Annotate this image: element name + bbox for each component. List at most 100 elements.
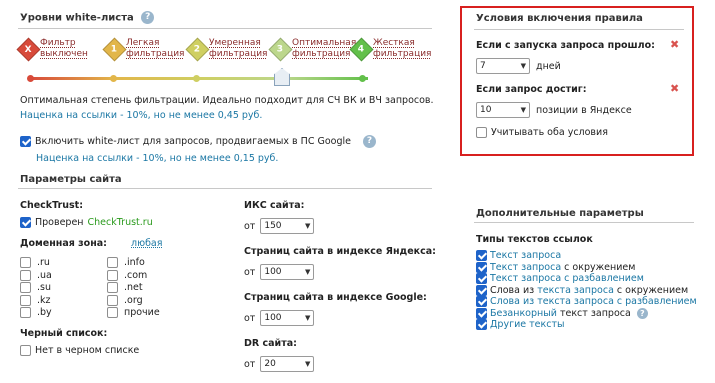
domain-zone-label[interactable]: .su bbox=[37, 282, 51, 293]
whitelist-title: Уровни white-листа ? bbox=[20, 11, 155, 24]
text-type-label[interactable]: Текст запроса с окружением bbox=[490, 262, 635, 273]
domain-zone-checkbox[interactable] bbox=[107, 269, 118, 281]
text-type-link[interactable]: Другие тексты bbox=[490, 319, 564, 330]
text-type-link[interactable]: Текст запроса bbox=[490, 250, 561, 261]
checktrust-checkbox[interactable] bbox=[20, 217, 31, 228]
domain-zone-label[interactable]: .by bbox=[37, 307, 52, 318]
verified-prefix: Проверен bbox=[35, 217, 84, 228]
filter-level-dot[interactable] bbox=[110, 75, 117, 82]
reached-select[interactable]: 10 ▼ bbox=[476, 102, 530, 118]
domain-zone-checkbox[interactable] bbox=[20, 294, 31, 306]
params-title: Параметры сайта bbox=[20, 174, 122, 185]
dr-select[interactable]: 20 ▼ bbox=[260, 356, 315, 372]
text-type-checkbox[interactable] bbox=[476, 284, 487, 296]
domain-zone-label[interactable]: .info bbox=[124, 257, 145, 268]
help-icon[interactable]: ? bbox=[362, 135, 376, 148]
domain-zone-label[interactable]: .org bbox=[124, 295, 143, 306]
checktrust-link[interactable]: CheckTrust.ru bbox=[88, 217, 153, 228]
text-type-label[interactable]: Слова из текста запроса с разбавлением bbox=[490, 296, 697, 307]
text-type-checkbox[interactable] bbox=[476, 273, 487, 284]
reached-value: 10 bbox=[480, 105, 492, 115]
level-label[interactable]: Оптимальная фильтрация bbox=[292, 38, 356, 60]
filter-level-dot[interactable] bbox=[27, 75, 34, 82]
level-label[interactable]: Умеренная фильтрация bbox=[209, 38, 267, 60]
filter-level-4[interactable]: 4 Жесткая фильтрация bbox=[349, 36, 431, 62]
text-type-link[interactable]: Текст запроса bbox=[490, 262, 561, 273]
domain-zone-label[interactable]: прочие bbox=[124, 307, 160, 318]
level-label[interactable]: Фильтр выключен bbox=[40, 38, 98, 60]
filter-level-2[interactable]: 2 Умеренная фильтрация bbox=[185, 36, 267, 62]
filter-level-1[interactable]: 1 Легкая фильтрация bbox=[102, 36, 184, 62]
text-type-checkbox[interactable] bbox=[476, 319, 487, 330]
text-type-label[interactable]: Текст запроса с разбавлением bbox=[490, 273, 644, 284]
reached-unit: позиции в Яндексе bbox=[536, 104, 632, 116]
both-conditions-label[interactable]: Учитывать оба условия bbox=[491, 127, 608, 138]
since-start-select[interactable]: 7 ▼ bbox=[476, 58, 530, 74]
reached-row: 10 ▼ позиции в Яндексе bbox=[476, 102, 632, 118]
google-pages-select[interactable]: 100 ▼ bbox=[260, 310, 315, 326]
domain-any-link[interactable]: любая bbox=[131, 238, 162, 249]
text-type-checkbox[interactable] bbox=[476, 250, 487, 261]
text-type-link[interactable]: текста запроса bbox=[537, 285, 614, 296]
include-ps-google-checkbox[interactable] bbox=[20, 136, 31, 147]
level-label[interactable]: Легкая фильтрация bbox=[126, 38, 184, 60]
text-type-option: Текст запроса с окружением bbox=[476, 261, 635, 273]
iks-value: 150 bbox=[264, 221, 282, 231]
remove-condition-icon[interactable]: ✖ bbox=[670, 82, 679, 95]
yandex-pages-select[interactable]: 100 ▼ bbox=[260, 264, 315, 280]
text-types-label: Типы текстов ссылок bbox=[476, 234, 593, 245]
text-type-checkbox[interactable] bbox=[476, 307, 487, 319]
domain-zone-label[interactable]: .com bbox=[124, 270, 147, 281]
text-type-link[interactable]: Текст запроса с разбавлением bbox=[490, 273, 644, 284]
filter-level-dot[interactable] bbox=[359, 75, 366, 82]
dr-value: 20 bbox=[264, 359, 276, 369]
google-pages-value: 100 bbox=[264, 313, 282, 323]
text-type-checkbox[interactable] bbox=[476, 261, 487, 273]
text-type-label[interactable]: Безанкорный текст запроса bbox=[490, 308, 631, 319]
include-ps-google-row: Включить white-лист для запросов, продви… bbox=[20, 135, 376, 148]
include-ps-google-label[interactable]: Включить white-лист для запросов, продви… bbox=[35, 136, 351, 147]
text-type-option: Текст запроса с разбавлением bbox=[476, 273, 644, 284]
domain-zone-label[interactable]: .net bbox=[124, 282, 143, 293]
text-type-label[interactable]: Текст запроса bbox=[490, 250, 561, 261]
domain-zone-checkbox[interactable] bbox=[20, 257, 31, 268]
chevron-down-icon: ▼ bbox=[520, 106, 526, 114]
domain-zone-label[interactable]: .kz bbox=[37, 295, 51, 306]
help-icon[interactable]: ? bbox=[636, 307, 648, 319]
filter-slider-handle[interactable] bbox=[274, 68, 290, 86]
domain-zone-item: .kz bbox=[20, 294, 51, 306]
domain-zone-checkbox[interactable] bbox=[107, 282, 118, 293]
domain-zone-label[interactable]: .ua bbox=[37, 270, 52, 281]
filter-level-3[interactable]: 3 Оптимальная фильтрация bbox=[268, 36, 356, 62]
help-icon[interactable]: ? bbox=[141, 11, 155, 24]
blacklist-option[interactable]: Нет в черном списке bbox=[35, 345, 139, 356]
domain-zone-checkbox[interactable] bbox=[20, 307, 31, 318]
domain-zone-label[interactable]: .ru bbox=[37, 257, 50, 268]
domain-zone-checkbox[interactable] bbox=[20, 282, 31, 293]
iks-select[interactable]: 150 ▼ bbox=[260, 218, 315, 234]
both-conditions-checkbox[interactable] bbox=[476, 127, 487, 138]
level-label[interactable]: Жесткая фильтрация bbox=[373, 38, 431, 60]
text-type-link[interactable]: Безанкорный bbox=[490, 308, 557, 319]
iks-row: от 150 ▼ bbox=[244, 218, 315, 234]
domain-zone-checkbox[interactable] bbox=[107, 294, 118, 306]
text-type-label[interactable]: Слова из текста запроса с окружением bbox=[490, 285, 688, 296]
filter-level-0[interactable]: X Фильтр выключен bbox=[16, 36, 98, 62]
checktrust-row: Проверен CheckTrust.ru bbox=[20, 217, 153, 228]
text-type-suffix: с окружением bbox=[613, 284, 689, 296]
level-badge-icon: X bbox=[16, 36, 41, 62]
yandex-pages-row: от 100 ▼ bbox=[244, 264, 315, 280]
dr-row: от 20 ▼ bbox=[244, 356, 315, 372]
text-type-label[interactable]: Другие тексты bbox=[490, 319, 564, 330]
remove-condition-icon[interactable]: ✖ bbox=[670, 38, 679, 51]
section-divider bbox=[18, 188, 432, 189]
domain-zone-checkbox[interactable] bbox=[20, 269, 31, 281]
text-type-option: Другие тексты bbox=[476, 319, 564, 330]
domain-zone-checkbox[interactable] bbox=[107, 307, 118, 318]
blacklist-checkbox[interactable] bbox=[20, 345, 31, 356]
text-type-checkbox[interactable] bbox=[476, 296, 487, 307]
iks-label: ИКС сайта: bbox=[244, 200, 305, 211]
filter-level-dot[interactable] bbox=[193, 75, 200, 82]
domain-zone-checkbox[interactable] bbox=[107, 257, 118, 268]
text-type-link[interactable]: Слова из текста запроса с разбавлением bbox=[490, 296, 697, 307]
